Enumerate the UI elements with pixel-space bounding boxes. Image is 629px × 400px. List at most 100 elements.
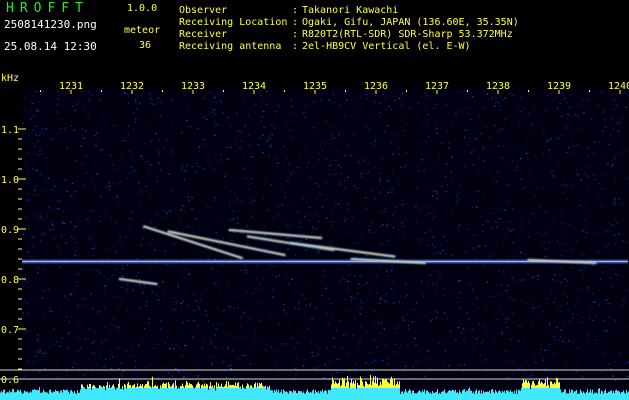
level-bar-peak: [165, 383, 166, 388]
noise-speck: [138, 188, 140, 191]
noise-speck: [217, 207, 220, 209]
noise-speck: [325, 287, 328, 289]
noise-speck: [615, 224, 617, 226]
noise-speck: [564, 233, 566, 235]
noise-speck: [127, 102, 130, 104]
noise-speck: [618, 123, 621, 125]
noise-speck: [556, 107, 559, 110]
noise-speck: [36, 110, 38, 112]
level-bar: [77, 390, 78, 400]
noise-speck: [503, 257, 505, 259]
noise-speck: [386, 227, 389, 229]
noise-speck: [219, 99, 222, 101]
noise-speck: [175, 228, 178, 230]
noise-speck: [527, 236, 529, 238]
noise-speck: [619, 134, 621, 136]
noise-speck: [612, 375, 614, 377]
noise-speck: [103, 293, 105, 295]
noise-speck: [34, 190, 36, 192]
noise-speck: [311, 318, 313, 320]
noise-speck: [357, 114, 359, 116]
level-bar: [494, 393, 495, 400]
noise-speck: [288, 192, 290, 194]
noise-speck: [427, 283, 429, 285]
level-bar: [317, 392, 318, 400]
noise-speck: [64, 129, 66, 131]
noise-speck: [59, 277, 61, 279]
noise-speck: [354, 318, 356, 320]
noise-speck: [41, 297, 43, 299]
noise-speck: [554, 343, 556, 345]
noise-speck: [302, 274, 304, 276]
noise-speck: [359, 335, 361, 337]
noise-speck: [365, 125, 368, 127]
noise-speck: [80, 163, 82, 165]
level-bar-peak: [339, 379, 340, 388]
level-bar: [62, 392, 63, 400]
noise-speck: [414, 337, 416, 340]
level-bar: [608, 391, 609, 400]
noise-speck: [534, 195, 537, 197]
noise-speck: [384, 97, 386, 99]
noise-speck: [393, 302, 395, 304]
noise-speck: [182, 322, 184, 324]
noise-speck: [137, 202, 139, 204]
noise-speck: [341, 269, 343, 271]
noise-speck: [614, 361, 616, 363]
level-bar-peak: [373, 376, 374, 388]
noise-speck: [308, 162, 310, 164]
noise-speck: [627, 375, 629, 377]
noise-speck: [323, 143, 326, 145]
noise-speck: [271, 124, 273, 126]
noise-speck: [556, 240, 558, 242]
noise-speck: [528, 222, 530, 224]
noise-speck: [539, 361, 542, 363]
noise-speck: [91, 248, 94, 250]
level-bar-peak: [205, 386, 206, 388]
noise-speck: [321, 206, 323, 208]
noise-speck: [457, 296, 459, 298]
level-bar: [241, 389, 242, 400]
noise-speck: [269, 146, 272, 148]
noise-speck: [149, 98, 152, 100]
noise-speck: [563, 337, 565, 339]
level-bar: [521, 387, 522, 400]
level-bar: [510, 389, 511, 400]
noise-speck: [179, 223, 181, 225]
noise-speck: [236, 357, 239, 359]
level-bar-peak: [338, 383, 339, 388]
noise-speck: [581, 100, 584, 102]
level-bar: [1, 391, 2, 400]
noise-speck: [163, 217, 165, 219]
noise-speck: [601, 158, 603, 160]
noise-speck: [500, 334, 503, 336]
noise-speck: [92, 330, 94, 332]
noise-speck: [456, 203, 458, 205]
noise-speck: [187, 103, 189, 105]
noise-speck: [296, 116, 298, 118]
level-bar: [28, 392, 29, 400]
noise-speck: [246, 223, 248, 225]
noise-speck: [119, 252, 122, 254]
noise-speck: [236, 269, 238, 271]
noise-speck: [608, 252, 610, 254]
noise-speck: [390, 109, 393, 111]
noise-speck: [129, 150, 131, 152]
noise-speck: [359, 275, 361, 277]
level-bar: [429, 393, 430, 400]
noise-speck: [414, 360, 417, 362]
noise-speck: [272, 275, 274, 277]
noise-speck: [514, 108, 516, 110]
noise-speck: [347, 176, 349, 178]
noise-speck: [572, 185, 574, 187]
noise-speck: [609, 363, 611, 365]
noise-speck: [364, 197, 367, 199]
noise-speck: [333, 346, 336, 348]
noise-speck: [120, 180, 122, 183]
noise-speck: [240, 131, 242, 133]
noise-speck: [210, 363, 213, 365]
level-bar: [8, 392, 9, 400]
noise-speck: [612, 127, 614, 129]
noise-speck: [494, 341, 496, 343]
noise-speck: [459, 364, 461, 366]
